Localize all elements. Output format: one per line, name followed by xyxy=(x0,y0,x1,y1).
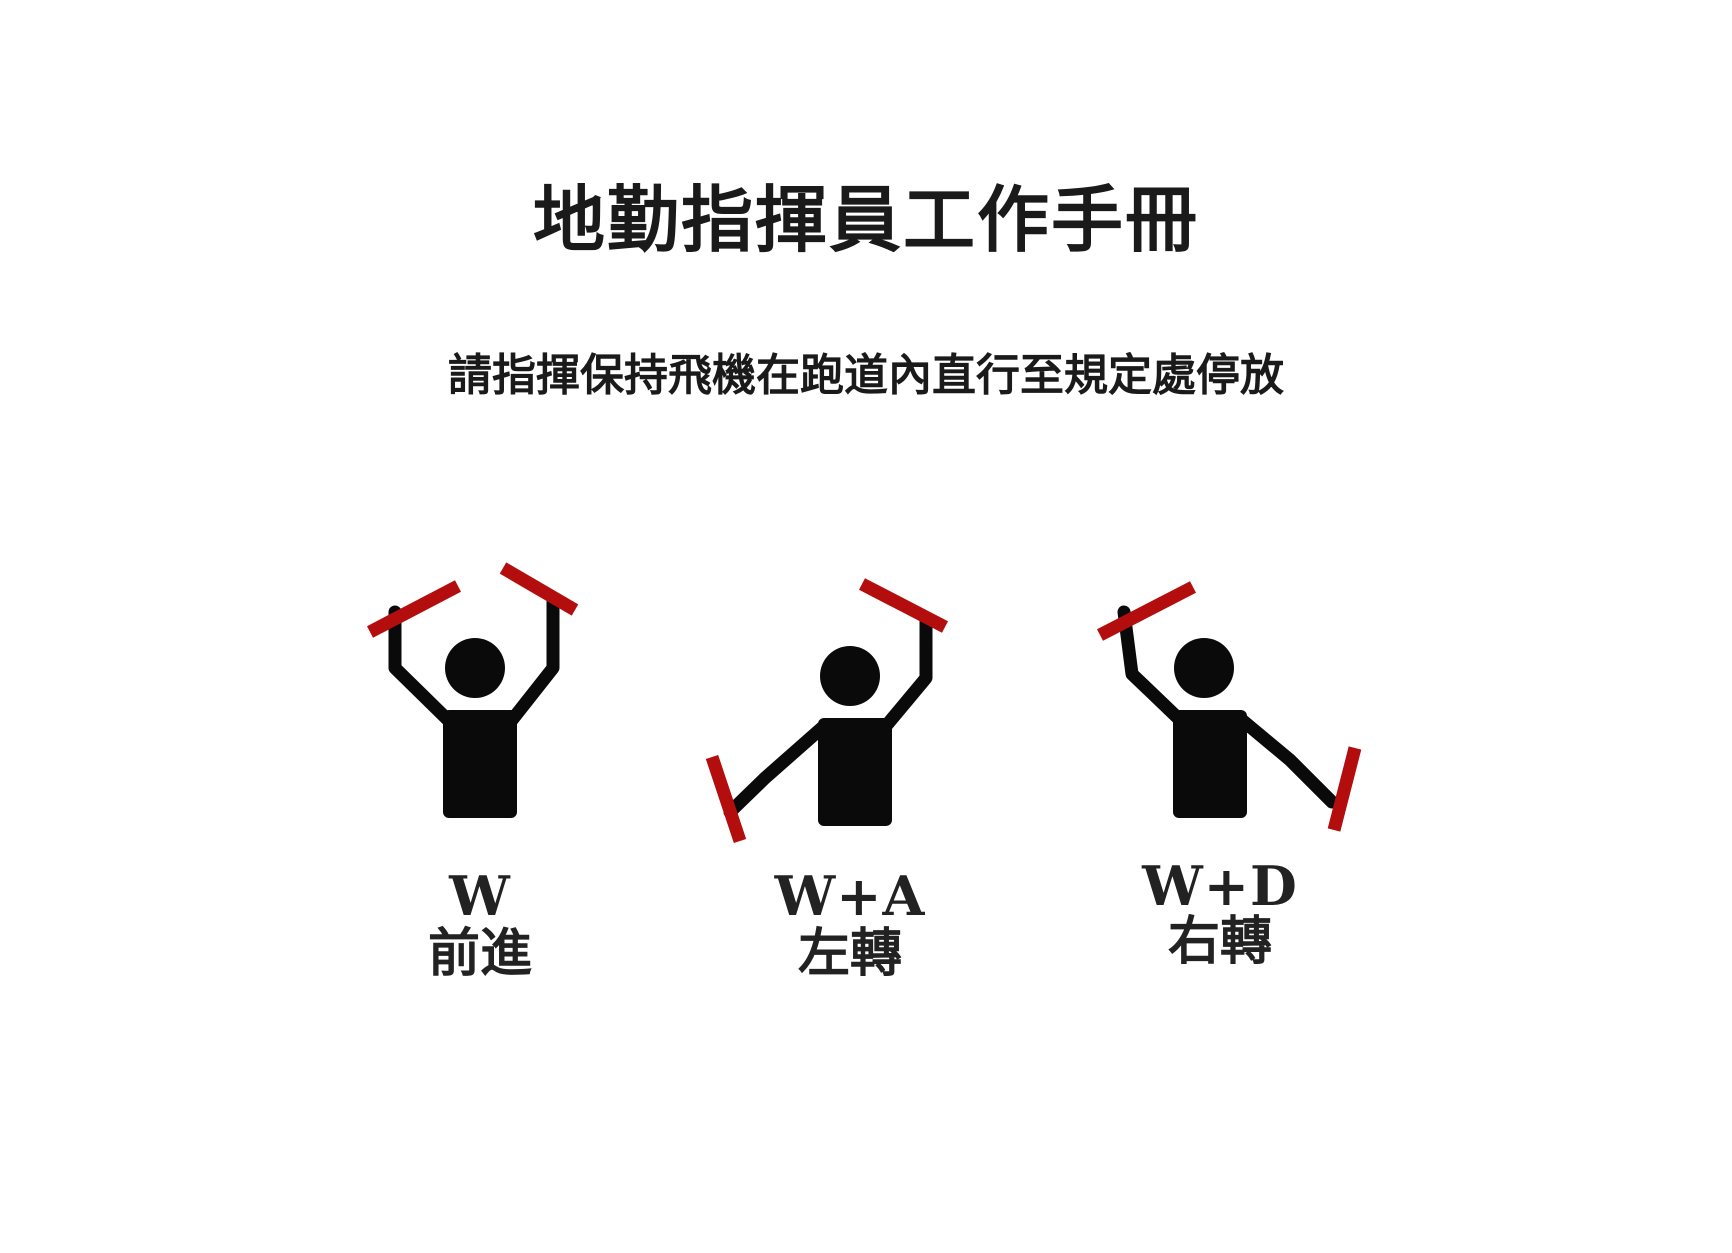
manual-title: 地勤指揮員工作手冊 xyxy=(532,177,1199,262)
figure-arm-right xyxy=(879,611,933,733)
wand-right xyxy=(1327,746,1362,832)
figure-torso xyxy=(1173,710,1247,818)
marshaller-right-turn-icon xyxy=(1097,581,1362,832)
figure-torso xyxy=(818,718,892,826)
marshaller-figure xyxy=(1117,605,1339,818)
signal-card-forward: W 前進 xyxy=(330,540,630,990)
marshaller-left-turn-icon xyxy=(705,578,948,844)
wand-right xyxy=(499,562,579,616)
figure-head xyxy=(1174,638,1234,698)
figure-arm-left xyxy=(723,719,831,819)
signal-card-left-turn: W+A 左轉 xyxy=(700,540,1000,990)
figure-head xyxy=(445,638,505,698)
signal-card-right-turn: W+D 右轉 xyxy=(1070,540,1370,990)
marshaller-figure xyxy=(388,595,560,818)
figure-arm-right xyxy=(505,595,560,727)
signal-action-label: 前進 xyxy=(427,923,532,984)
figure-torso xyxy=(443,710,517,818)
signal-key-label: W+D xyxy=(1142,854,1298,918)
marshaller-forward-icon xyxy=(366,562,579,818)
wand-left xyxy=(366,580,462,638)
signal-action-label: 左轉 xyxy=(797,923,902,984)
figure-head xyxy=(820,646,880,706)
wand-left xyxy=(1097,581,1196,641)
signal-key-label: W+A xyxy=(774,864,926,928)
figure-arm-left xyxy=(388,605,455,727)
instruction-text: 請指揮保持飛機在跑道內直行至規定處停放 xyxy=(448,350,1284,401)
marshaller-figure xyxy=(723,611,933,826)
figure-arm-right xyxy=(1235,713,1339,809)
figure-arm-left xyxy=(1117,605,1187,727)
signal-action-label: 右轉 xyxy=(1167,911,1272,972)
wand-right xyxy=(859,578,948,633)
signal-key-label: W xyxy=(449,864,511,928)
